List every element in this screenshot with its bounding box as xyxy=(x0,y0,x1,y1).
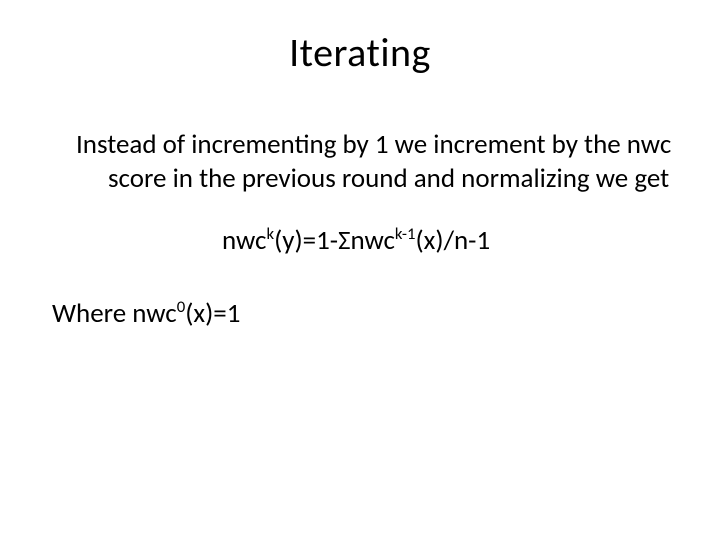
formula-lhs-arg: (y)=1-Σnwc xyxy=(274,224,395,257)
where-line: Where nwc0(x)=1 xyxy=(42,297,678,331)
formula-line: nwck(y)=1-Σnwck-1(x)/n-1 xyxy=(42,224,678,258)
slide-body: Instead of incrementing by 1 we incremen… xyxy=(42,128,678,331)
formula-lhs-base: nwc xyxy=(222,224,266,257)
formula-rhs-sup: k-1 xyxy=(395,224,416,244)
where-prefix: Where nwc xyxy=(52,297,177,330)
formula-rhs-tail: (x)/n-1 xyxy=(416,224,491,257)
slide-title: Iterating xyxy=(0,28,720,77)
where-suffix: (x)=1 xyxy=(185,297,240,330)
slide: Iterating Instead of incrementing by 1 w… xyxy=(0,0,720,540)
formula-lhs-sup: k xyxy=(266,224,274,244)
body-paragraph: Instead of incrementing by 1 we incremen… xyxy=(42,128,678,196)
where-sup: 0 xyxy=(177,297,185,317)
